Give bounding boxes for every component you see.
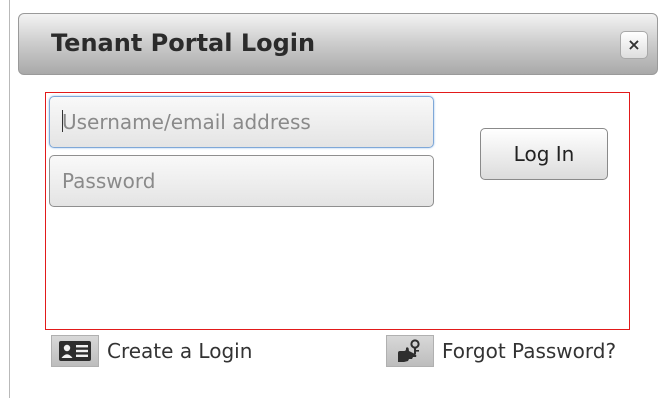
hand-key-icon (386, 335, 434, 367)
create-login-label: Create a Login (107, 339, 253, 363)
dialog-title: Tenant Portal Login (51, 29, 316, 57)
username-input[interactable] (49, 96, 434, 148)
create-login-link[interactable]: Create a Login (51, 335, 252, 367)
login-dialog: Tenant Portal Login × Log In Create a Lo… (0, 0, 670, 398)
text-caret (62, 110, 63, 132)
close-icon: × (627, 35, 641, 54)
password-input[interactable] (49, 155, 434, 207)
dialog-titlebar: Tenant Portal Login × (18, 13, 658, 75)
id-card-icon (51, 335, 99, 367)
forgot-password-link[interactable]: Forgot Password? (386, 335, 616, 367)
login-button[interactable]: Log In (480, 128, 608, 180)
close-button[interactable]: × (620, 31, 648, 59)
login-form: Log In (45, 92, 630, 330)
forgot-password-label: Forgot Password? (442, 339, 617, 363)
